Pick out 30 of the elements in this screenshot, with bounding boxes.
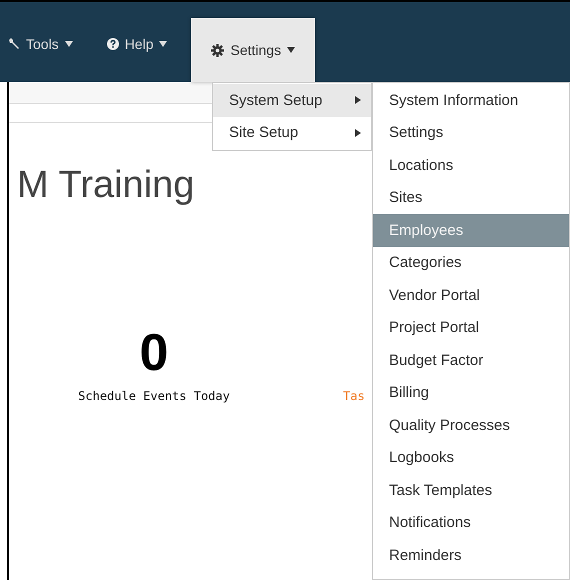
wrench-icon [8, 38, 20, 50]
caret-icon [64, 41, 73, 47]
menu-item[interactable]: Notifications [373, 506, 569, 539]
submenu-arrow-icon [355, 128, 361, 137]
menu-item[interactable]: Categories [373, 246, 569, 279]
submenu-arrow-icon [355, 96, 361, 104]
settings-icon [211, 44, 224, 56]
menu-item[interactable]: System Information [373, 84, 569, 116]
menu-item[interactable]: Site Setup [213, 116, 371, 149]
menu-item[interactable]: System Setup [213, 84, 371, 116]
help-icon [106, 38, 119, 50]
menu-item[interactable]: Quality Processes [373, 409, 569, 442]
menu-item[interactable]: Budget Factor [373, 344, 569, 376]
menu-item[interactable]: Billing [373, 376, 569, 409]
menu-item[interactable]: Task Templates [373, 474, 569, 506]
nav-menu-button[interactable]: Settings [191, 18, 316, 82]
page-heading: M Training [17, 163, 194, 207]
caret-icon [287, 47, 296, 53]
nav-menu-button[interactable]: Tools [8, 18, 87, 70]
menu-item[interactable]: Reminders [373, 539, 569, 572]
menu-item[interactable]: Locations [373, 149, 569, 182]
menu-item[interactable]: Sites [373, 182, 569, 214]
caret-icon [159, 41, 168, 47]
stat-value: 0 [140, 327, 168, 379]
nav-menu-button[interactable]: Help [106, 18, 182, 70]
menu-item[interactable]: Project Portal [373, 312, 569, 344]
menu-item[interactable]: Logbooks [373, 442, 569, 474]
stat-label: Schedule Events Today [78, 389, 230, 403]
menu-item[interactable]: Vendor Portal [373, 279, 569, 312]
menu-item[interactable]: Settings [373, 116, 569, 149]
